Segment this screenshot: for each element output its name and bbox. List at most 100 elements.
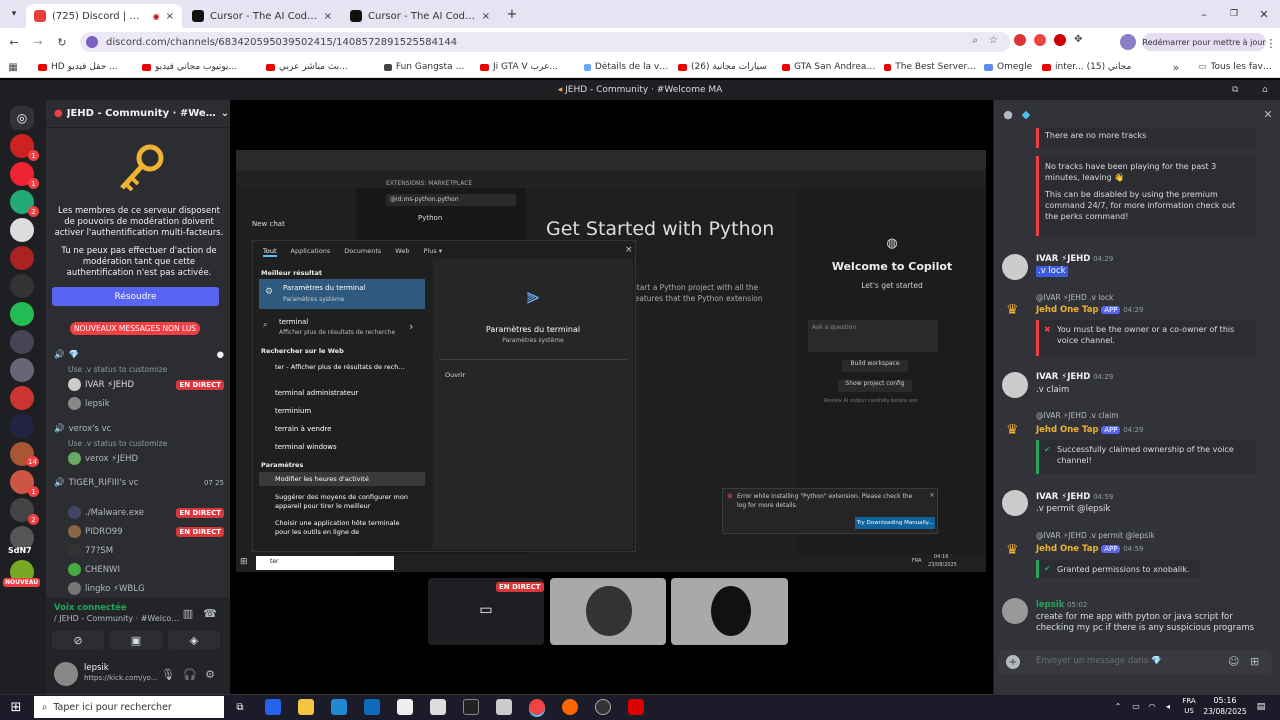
tab-discord[interactable]: (725) Discord | 💎 | JEHD ... ◉ × — [26, 4, 182, 28]
bookmark-star-icon[interactable]: ☆ — [989, 35, 998, 46]
extension-icon[interactable] — [1054, 34, 1066, 46]
username[interactable]: Jehd One Tap — [1036, 425, 1099, 435]
web-result[interactable]: terminal administrateur — [275, 389, 358, 397]
avatar[interactable] — [1002, 490, 1028, 516]
username[interactable]: Jehd One Tap — [1036, 544, 1099, 554]
extension-icon[interactable] — [1034, 34, 1046, 46]
avatar[interactable] — [1002, 254, 1028, 280]
participant-tile[interactable] — [671, 578, 788, 645]
username[interactable]: IVAR ⚡JEHD — [1036, 372, 1090, 382]
document-icon[interactable] — [430, 699, 446, 715]
taskbar-search[interactable]: ⌕ Taper ici pour rechercher — [34, 696, 224, 718]
server-icon[interactable] — [10, 218, 34, 242]
app-icon[interactable] — [496, 699, 512, 715]
close-chat-icon[interactable]: ✕ — [1262, 108, 1274, 121]
all-bookmarks[interactable]: ▭ Tous les favoris — [1198, 60, 1276, 74]
tab-all[interactable]: Tout — [263, 247, 277, 257]
close-icon[interactable]: × — [324, 11, 332, 22]
bookmarks-overflow-icon[interactable]: » — [1170, 60, 1182, 74]
headphones-icon[interactable]: 🎧 — [183, 668, 197, 681]
forward-icon[interactable]: → — [30, 34, 46, 50]
bookmark-item[interactable]: Détails de la vidéo -... — [584, 60, 670, 74]
username[interactable]: Jehd One Tap — [1036, 305, 1099, 315]
tab-cursor-2[interactable]: Cursor - The AI Code Editor × — [342, 4, 498, 28]
network-icon[interactable]: ▭ — [1130, 700, 1142, 712]
audio-icon[interactable]: ◉ — [153, 12, 160, 21]
bookmark-item[interactable]: Fun Gangsta Ra... — [384, 60, 466, 74]
settings-result[interactable]: Modifier les heures d'activité — [259, 472, 425, 486]
back-icon[interactable]: ← — [6, 34, 22, 50]
site-info-icon[interactable] — [86, 36, 98, 48]
resolve-button[interactable]: Résoudre — [52, 287, 219, 306]
voice-channel[interactable]: 🔊 💎 ● — [54, 347, 224, 362]
show-config-button[interactable]: Show project config — [838, 380, 912, 392]
bookmark-item[interactable]: سيارات مجانية (26) — [678, 60, 776, 74]
signal-icon[interactable]: ▥ — [182, 607, 194, 620]
extension-name[interactable]: Python — [418, 214, 442, 222]
close-icon[interactable]: × — [625, 245, 633, 255]
best-match-item[interactable]: ⚙ Paramètres du terminal Paramètres syst… — [259, 279, 425, 309]
apps-grid-icon[interactable]: ▦ — [6, 60, 20, 74]
close-icon[interactable]: × — [929, 491, 935, 499]
bot-avatar[interactable]: ♛ — [1006, 302, 1026, 324]
bookmark-item[interactable]: inter... مجاني (15) — [1042, 60, 1142, 74]
bookmark-item[interactable]: يوتيوب مجاني فيديو... — [142, 60, 254, 74]
input-language[interactable]: FRA US — [1178, 696, 1200, 718]
open-action[interactable]: Ouvrir — [445, 371, 465, 379]
build-workspace-button[interactable]: Build workspace — [842, 360, 908, 372]
app-icon[interactable] — [463, 699, 479, 715]
close-icon[interactable]: × — [482, 11, 490, 22]
web-result[interactable]: terrain à vendre — [275, 425, 331, 433]
store-icon[interactable] — [265, 699, 281, 715]
bookmark-item[interactable]: Omegle — [984, 60, 1036, 74]
reply-preview[interactable]: @IVAR ⚡JEHD .v permit @lepsik — [1036, 530, 1155, 541]
voice-member[interactable]: verox ⚡JEHD — [68, 451, 224, 466]
username[interactable]: lepsik — [1036, 600, 1064, 610]
voice-member[interactable]: lepsik — [68, 396, 224, 411]
server-header[interactable]: ● JEHD - Community · #Welcome... ⌄ — [46, 100, 230, 128]
popout-icon[interactable]: ⧉ — [1232, 80, 1238, 100]
tab-documents[interactable]: Documents — [344, 247, 381, 257]
address-bar[interactable]: discord.com/channels/683420595039502415/… — [80, 32, 1010, 52]
inbox-icon[interactable]: ⌂ — [1262, 80, 1268, 100]
participant-tile-stream[interactable]: ▭ EN DIRECT — [428, 578, 544, 645]
wifi-icon[interactable]: ◠ — [1146, 700, 1158, 712]
screen-share-button[interactable]: ▣ — [110, 631, 162, 649]
outlook-icon[interactable] — [364, 699, 380, 715]
document-icon[interactable] — [397, 699, 413, 715]
participant-tile[interactable] — [550, 578, 666, 645]
tab-more[interactable]: Plus ▾ — [423, 247, 442, 257]
web-result[interactable]: ter - Afficher plus de résultats de rech… — [275, 363, 405, 371]
bookmark-item[interactable]: Ji GTA V عرب... — [480, 60, 576, 74]
server-icon[interactable] — [10, 246, 34, 270]
bookmark-item[interactable]: GTA San Andreas O... — [782, 60, 878, 74]
avatar[interactable] — [1002, 372, 1028, 398]
gift-icon[interactable]: ⊞ — [1250, 655, 1259, 668]
task-view-icon[interactable]: ⧉ — [232, 699, 248, 715]
minimize-icon[interactable]: – — [1196, 6, 1212, 22]
notifications-icon[interactable]: ▤ — [1254, 700, 1268, 714]
server-icon[interactable] — [10, 386, 34, 410]
tab-web[interactable]: Web — [395, 247, 409, 257]
tray-chevron-icon[interactable]: ⌃ — [1112, 700, 1124, 712]
settings-gear-icon[interactable]: ⚙ — [204, 668, 216, 681]
vscode-icon[interactable] — [331, 699, 347, 715]
chat-bubble-icon[interactable]: ● — [217, 350, 224, 360]
clock-date[interactable]: 23/08/2025 — [1200, 707, 1250, 716]
add-attachment-icon[interactable]: + — [1006, 655, 1020, 669]
server-icon[interactable] — [10, 414, 34, 438]
terminal-result[interactable]: ⌕ terminal Afficher plus de résultats de… — [263, 316, 423, 340]
settings-result[interactable]: Choisir une application hôte terminale p… — [275, 519, 415, 537]
avatar[interactable] — [1002, 598, 1028, 624]
voice-channel[interactable]: 🔊 TIGER_RIFIII's vc 07 25 — [54, 475, 224, 490]
tab-cursor-1[interactable]: Cursor - The AI Code Editor × — [184, 4, 340, 28]
bookmark-item[interactable]: HD حقل فيديو ... — [38, 60, 130, 74]
message-composer[interactable]: + Envoyer un message dans 💎 ☺ ⊞ — [998, 650, 1272, 674]
close-icon[interactable]: × — [166, 11, 174, 22]
emoji-icon[interactable]: ☺ — [1228, 655, 1239, 668]
clock-time[interactable]: 05:16 — [1202, 696, 1248, 705]
username[interactable]: IVAR ⚡JEHD — [1036, 254, 1090, 264]
extension-icon[interactable] — [1014, 34, 1026, 46]
tab-apps[interactable]: Applications — [291, 247, 331, 257]
server-icon[interactable] — [10, 302, 34, 326]
